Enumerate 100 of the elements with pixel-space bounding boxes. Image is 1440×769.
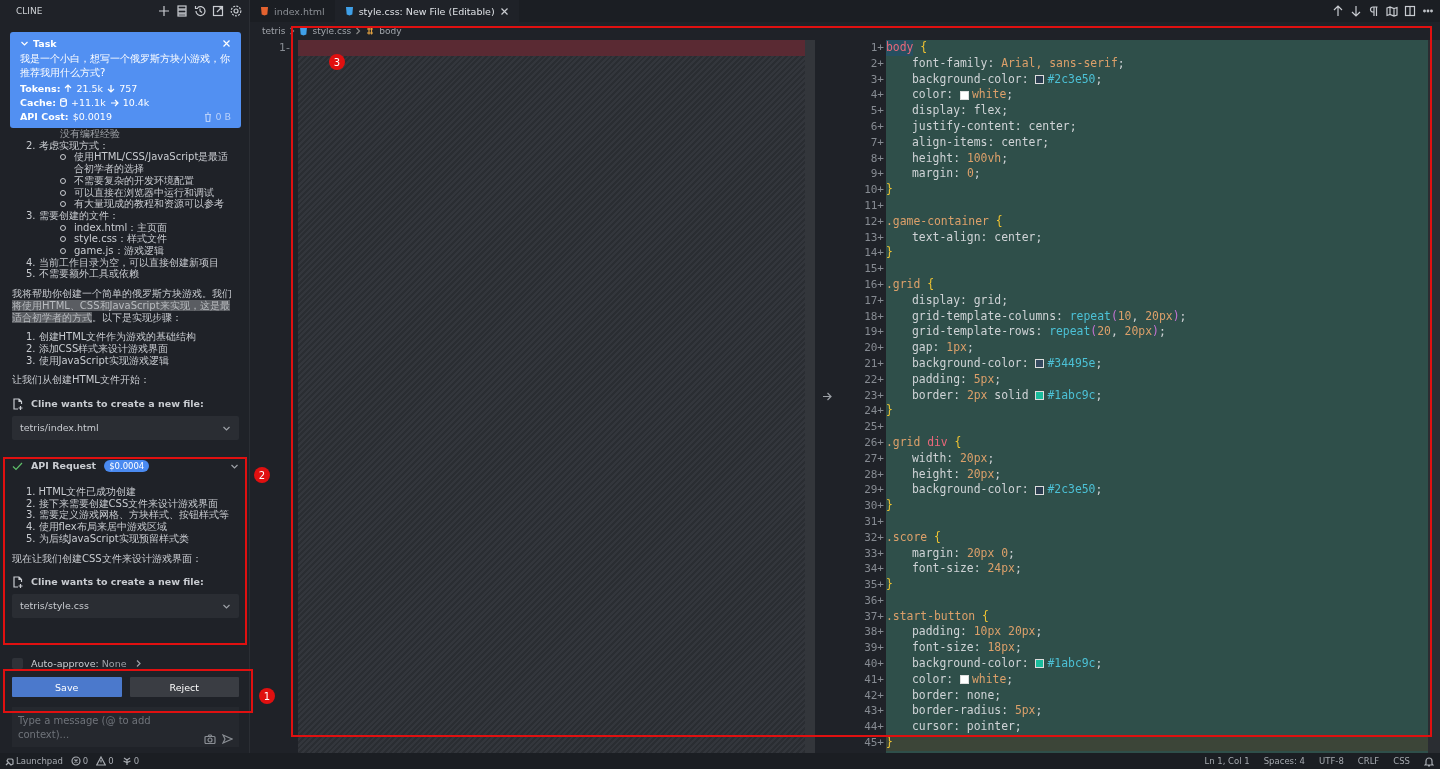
save-button[interactable]: Save: [12, 677, 122, 697]
line-number: 3+: [869, 71, 885, 88]
code-line: gap: 1px;: [911, 340, 975, 356]
cost-badge: $0.0004: [104, 460, 150, 473]
list-text: 不需要额外工具或依赖: [38, 268, 139, 281]
line-number: 22+: [863, 371, 885, 388]
line-number: 29+: [863, 482, 885, 499]
status-item[interactable]: 0: [70, 756, 89, 766]
scrollbar[interactable]: [805, 40, 815, 753]
list-text: index.html：主页面: [74, 221, 168, 233]
list-number: 1.: [26, 331, 36, 343]
breadcrumb-item[interactable]: style.css: [312, 26, 352, 36]
tokens-in: 21.5k: [76, 83, 104, 94]
line-number: 17+: [863, 292, 885, 309]
checkbox[interactable]: [12, 658, 23, 669]
list-number: 3.: [26, 354, 36, 367]
html-file-icon: [260, 6, 269, 16]
api-cost: $0.0019: [72, 111, 112, 122]
list-number: 2.: [26, 139, 36, 152]
file-dropdown[interactable]: tetris/style.css: [12, 594, 239, 619]
code-line: height: 20px;: [911, 466, 1003, 483]
line-number: 37+: [863, 608, 885, 625]
line-number: 45+: [863, 735, 885, 751]
line-number: 28+: [863, 466, 885, 483]
status-item[interactable]: 0: [121, 756, 140, 766]
code-line: border: none;: [911, 687, 1003, 704]
code-line: color: white;: [911, 671, 1015, 688]
line-number: 11+: [863, 197, 885, 214]
list-text: 使用HTML/CSS/JavaScript是最适合初学者的选择: [74, 151, 230, 175]
file-path: tetris/index.html: [20, 422, 99, 434]
line-number: 15+: [863, 261, 885, 277]
bell-icon[interactable]: [1424, 755, 1434, 767]
line-number: 6+: [869, 119, 885, 135]
code-line: }: [886, 182, 894, 198]
line-number: 16+: [863, 276, 885, 293]
status-item[interactable]: CSS: [1393, 756, 1410, 766]
line-number: 21+: [863, 355, 885, 372]
line-number: 19+: [863, 324, 885, 341]
tool-label: Cline wants to create a new file:: [31, 576, 204, 589]
settings-icon[interactable]: [229, 4, 243, 18]
arrow-up-icon[interactable]: [1332, 5, 1344, 17]
list-number: 4.: [26, 521, 36, 533]
code-line: }: [886, 245, 894, 262]
code-line: font-size: 18px;: [911, 640, 1023, 657]
line-number: 23+: [863, 387, 885, 404]
code-line: padding: 5px;: [911, 371, 1003, 388]
code-line: background-color: #1abc9c;: [911, 656, 1104, 672]
line-number: 30+: [863, 498, 885, 514]
arrow-down-icon[interactable]: [1350, 5, 1362, 17]
pilcrow-icon[interactable]: [1368, 5, 1380, 17]
status-item[interactable]: Ln 1, Col 1: [1204, 756, 1250, 766]
breadcrumb-item[interactable]: tetris: [262, 26, 286, 36]
message-paragraph: 我将帮助你创建一个简单的俄罗斯方块游戏。我们 将使用HTML、CSS和JavaScript来实现，这是最适合初学者的方式。以下是实现步骤：: [12, 288, 233, 324]
camera-icon[interactable]: [204, 734, 216, 744]
code-editor[interactable]: [886, 40, 1440, 753]
list-text: game.js：游戏逻辑: [74, 245, 164, 257]
reject-button[interactable]: Reject: [129, 677, 239, 697]
editor-tab[interactable]: style.css: New File (Editable): [334, 0, 519, 22]
code-line: color: white;: [911, 87, 1015, 104]
code-line: height: 100vh;: [911, 150, 1010, 167]
line-number: 13+: [863, 229, 885, 246]
antenna-icon: [121, 756, 132, 766]
plus-icon[interactable]: [157, 4, 171, 18]
line-number: 18+: [863, 308, 885, 325]
stack-icon[interactable]: [175, 4, 189, 18]
css-file-icon: [299, 26, 309, 36]
map-icon[interactable]: [1386, 5, 1398, 17]
code-line: .score {: [886, 529, 942, 546]
message-text: 现在让我们创建CSS文件来设计游戏界面：: [12, 552, 203, 565]
split-editor-icon[interactable]: [1404, 5, 1416, 17]
code-line: body {: [886, 40, 929, 56]
line-number: 2+: [869, 55, 885, 72]
chevron-right-icon[interactable]: [134, 659, 142, 668]
list-text: 为后续JavaScript实现预留样式类: [38, 532, 189, 545]
history-icon[interactable]: [193, 4, 207, 18]
task-size: 0 B: [215, 111, 231, 122]
breadcrumb-item[interactable]: body: [379, 26, 402, 36]
status-item[interactable]: CRLF: [1357, 756, 1380, 766]
code-line: .grid {: [886, 276, 935, 293]
status-item[interactable]: Spaces: 4: [1263, 756, 1305, 766]
chevron-down-icon[interactable]: [20, 39, 29, 48]
message-input[interactable]: Type a message (@ to add context)...: [12, 707, 239, 747]
list-number: 1.: [26, 486, 36, 498]
file-dropdown[interactable]: tetris/index.html: [12, 416, 239, 441]
code-line: grid-template-rows: repeat(20, 20px);: [911, 324, 1167, 341]
arrow-right-icon[interactable]: [821, 392, 832, 401]
send-icon[interactable]: [222, 734, 233, 744]
status-item[interactable]: UTF-8: [1319, 756, 1344, 766]
status-item[interactable]: Launchpad: [4, 756, 63, 766]
close-icon[interactable]: [499, 6, 509, 16]
code-line: }: [886, 498, 894, 514]
api-cost-label: API Cost:: [20, 111, 69, 122]
warning-icon: [96, 756, 107, 766]
line-number: 36+: [863, 592, 885, 609]
status-item[interactable]: 0: [96, 756, 114, 766]
line-number: 41+: [863, 671, 885, 688]
tool-label: Cline wants to create a new file:: [31, 398, 204, 410]
list-text: 不需要复杂的开发环境配置: [74, 174, 194, 187]
external-link-icon[interactable]: [211, 4, 225, 18]
request-title: API Request: [31, 460, 97, 472]
